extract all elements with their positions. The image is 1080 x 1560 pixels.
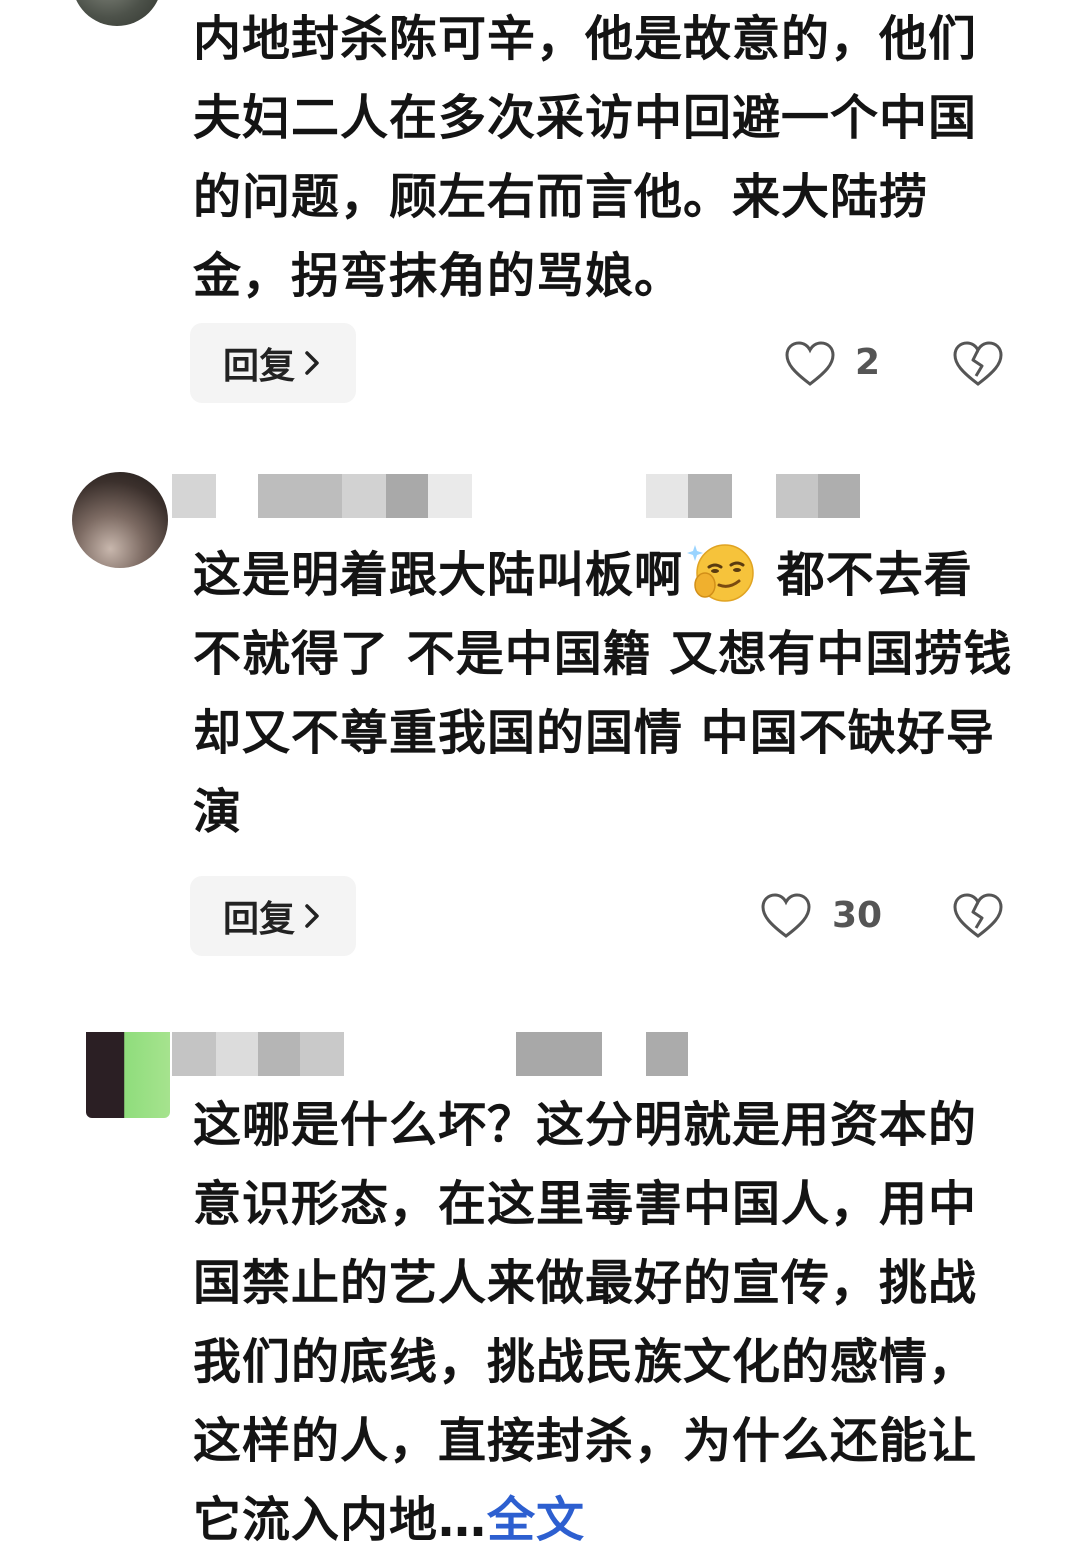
chevron-right-icon — [305, 904, 319, 928]
comment-text: 内地封杀陈可辛，他是故意的，他们夫妇二人在多次采访中回避一个中国的问题，顾左右而… — [193, 11, 978, 304]
reply-button[interactable]: 回复 — [190, 323, 356, 403]
avatar[interactable] — [72, 472, 168, 568]
masked-username-part — [646, 1032, 688, 1076]
read-more-link[interactable]: 全文 — [487, 1492, 585, 1548]
heart-outline-icon[interactable] — [760, 892, 812, 940]
like-count: 30 — [832, 895, 883, 936]
masked-username-part — [646, 474, 732, 518]
masked-username — [172, 1032, 344, 1076]
broken-heart-icon[interactable] — [952, 340, 1004, 388]
like-count: 2 — [855, 342, 881, 383]
reply-label: 回复 — [222, 899, 295, 940]
smirk-face-emoji-icon — [687, 544, 754, 602]
masked-username-part — [516, 1032, 602, 1076]
broken-heart-icon[interactable] — [952, 892, 1004, 940]
chevron-right-icon — [305, 351, 319, 375]
avatar[interactable] — [72, 0, 162, 26]
masked-username-part — [258, 474, 472, 518]
masked-username-part — [776, 474, 860, 518]
comment-text: 这是明着跟大陆叫板啊 都不去看不就得了 不是中国籍 又想有中国捞钱 却又不尊重我… — [193, 536, 1013, 852]
comment-text: 这哪是什么坏？这分明就是用资本的意识形态，在这里毒害中国人，用中国禁止的艺人来做… — [193, 1086, 1013, 1560]
comment-text-part-1: 这是明着跟大陆叫板啊 — [193, 547, 684, 603]
comment-text-body: 这哪是什么坏？这分明就是用资本的意识形态，在这里毒害中国人，用中国禁止的艺人来做… — [193, 1097, 978, 1548]
heart-outline-icon[interactable] — [784, 340, 836, 388]
reply-label: 回复 — [222, 346, 295, 387]
reply-button[interactable]: 回复 — [190, 876, 356, 956]
masked-username — [172, 474, 216, 518]
avatar[interactable] — [86, 1032, 170, 1118]
